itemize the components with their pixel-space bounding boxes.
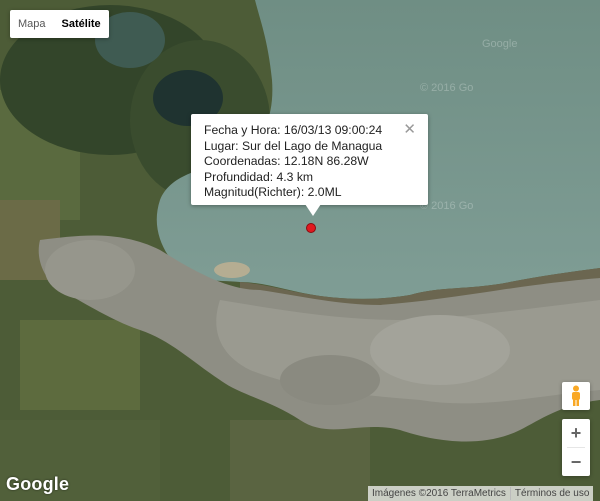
close-icon[interactable]: ✕: [403, 120, 416, 138]
info-place: Lugar: Sur del Lago de Managua: [204, 138, 383, 153]
info-date-time: Fecha y Hora: 16/03/13 09:00:24: [204, 123, 383, 137]
map-watermark: Google: [482, 38, 518, 50]
info-window-content: Fecha y Hora: 16/03/13 09:00:24 Lugar: S…: [204, 123, 382, 201]
info-coordinates: Coordenadas: 12.18N 86.28W: [204, 154, 369, 168]
map-type-control: Mapa Satélite: [10, 10, 109, 38]
zoom-in-button[interactable]: +: [562, 419, 590, 447]
info-window-tail: [305, 204, 321, 216]
attribution-divider: [509, 487, 511, 500]
map-attribution: Imágenes ©2016 TerraMetrics Términos de …: [368, 486, 594, 501]
info-magnitude: Magnitud(Richter): 2.0ML: [204, 185, 342, 199]
street-view-button[interactable]: [562, 382, 590, 410]
zoom-control: + −: [562, 419, 590, 476]
google-logo: Google: [6, 474, 70, 494]
zoom-out-button[interactable]: −: [562, 448, 590, 476]
pegman-icon: [572, 385, 580, 406]
map-watermark: © 2016 Go: [420, 200, 474, 212]
satellite-imagery: [0, 0, 600, 501]
map-watermark: © 2016 Go: [420, 82, 474, 94]
info-depth: Profundidad: 4.3 km: [204, 169, 314, 184]
earthquake-marker[interactable]: [306, 223, 316, 233]
map-type-mapa-button[interactable]: Mapa: [10, 10, 54, 38]
earthquake-info-window: Fecha y Hora: 16/03/13 09:00:24 Lugar: S…: [191, 114, 428, 216]
satellite-map[interactable]: Google © 2016 Go © 2016 Go Mapa Satélite…: [0, 0, 600, 501]
terms-link[interactable]: Términos de uso: [515, 488, 589, 499]
map-type-satellite-button[interactable]: Satélite: [54, 10, 109, 38]
imagery-credit: Imágenes ©2016 TerraMetrics: [372, 488, 506, 499]
